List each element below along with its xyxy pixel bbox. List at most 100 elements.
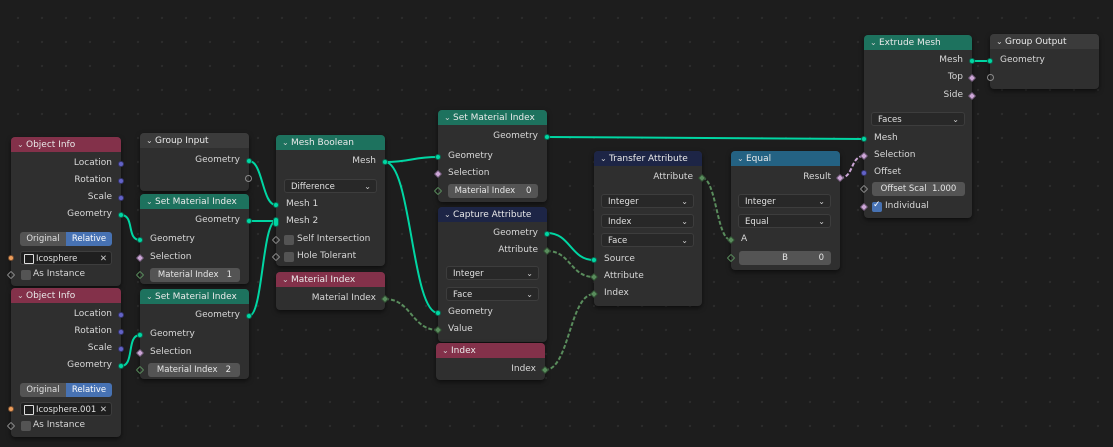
geometry-socket-icon[interactable]: [969, 58, 975, 64]
node-header[interactable]: ⌄ Transfer Attribute: [594, 151, 702, 166]
empty-socket-icon[interactable]: [245, 175, 252, 182]
collapse-icon[interactable]: ⌄: [146, 133, 155, 148]
object-info-node-1[interactable]: ⌄ Object Info Location Rotation Scale Geo…: [6, 137, 124, 286]
node-header[interactable]: ⌄ Mesh Boolean: [276, 135, 385, 150]
geometry-socket-icon[interactable]: [861, 136, 867, 142]
link-boolean-to-setmat3[interactable]: [384, 156, 439, 163]
link-setmat3-to-extrude[interactable]: [546, 136, 865, 140]
object-field[interactable]: Icosphere ✕: [20, 251, 112, 265]
group-output-node[interactable]: ⌄ Group Output Geometry: [987, 34, 1099, 89]
collapse-icon[interactable]: ⌄: [17, 288, 26, 303]
geometry-socket-icon[interactable]: [435, 310, 441, 316]
b-value-field[interactable]: B0: [739, 251, 831, 265]
transfer-attribute-node[interactable]: ⌄ Transfer Attribute Attribute Integer ⌄ I…: [589, 151, 707, 306]
hole-tolerant-checkbox[interactable]: [284, 252, 294, 262]
operation-dropdown[interactable]: Difference ⌄: [284, 179, 377, 193]
vector-socket-icon[interactable]: [861, 170, 867, 176]
collapse-icon[interactable]: ⌄: [870, 35, 879, 50]
equal-node[interactable]: ⌄ Equal Result Integer ⌄ Equal ⌄ A B0: [726, 151, 845, 270]
geometry-socket-icon[interactable]: [544, 231, 550, 237]
mapping-dropdown[interactable]: Index ⌄: [601, 214, 694, 228]
relative-option[interactable]: Relative: [66, 232, 112, 246]
set-material-index-node-1[interactable]: ⌄ Set Material Index Geometry Geometry Se…: [135, 194, 252, 284]
capture-attribute-node[interactable]: ⌄ Capture Attribute Geometry Attribute In…: [433, 207, 552, 342]
geometry-socket-icon[interactable]: [246, 218, 252, 224]
operation-dropdown[interactable]: Equal ⌄: [738, 214, 831, 228]
link-matindex-to-capture[interactable]: [384, 298, 439, 331]
material-index-field[interactable]: Material Index 0: [448, 184, 538, 198]
data-type-dropdown[interactable]: Integer ⌄: [738, 194, 831, 208]
collapse-icon[interactable]: ⌄: [282, 272, 291, 287]
relative-option[interactable]: Relative: [66, 383, 112, 397]
geometry-socket-icon[interactable]: [382, 159, 388, 165]
node-header[interactable]: ⌄ Index: [436, 343, 545, 358]
geometry-socket-icon[interactable]: [137, 237, 143, 243]
offset-scale-field[interactable]: Offset Scal 1.000: [872, 182, 965, 196]
node-header[interactable]: ⌄ Equal: [731, 151, 840, 166]
node-header[interactable]: ⌄ Set Material Index: [140, 194, 249, 209]
vector-socket-icon[interactable]: [118, 178, 124, 184]
object-socket-icon[interactable]: [8, 255, 14, 261]
geometry-socket-icon[interactable]: [544, 134, 550, 140]
empty-socket-icon[interactable]: [987, 74, 994, 81]
clear-icon[interactable]: ✕: [100, 403, 107, 417]
node-header[interactable]: ⌄ Object Info: [11, 137, 121, 152]
original-option[interactable]: Original: [20, 383, 66, 397]
as-instance-checkbox[interactable]: [21, 270, 31, 280]
multi-input-socket-icon[interactable]: [273, 217, 279, 227]
transform-space-toggle[interactable]: Original Relative: [20, 232, 112, 246]
extrude-mesh-node[interactable]: ⌄ Extrude Mesh Mesh Top Side Faces ⌄ Mesh …: [859, 35, 977, 218]
geometry-socket-icon[interactable]: [246, 313, 252, 319]
collapse-icon[interactable]: ⌄: [737, 151, 746, 166]
geometry-socket-icon[interactable]: [591, 257, 597, 263]
node-header[interactable]: ⌄ Capture Attribute: [438, 207, 547, 222]
link-index-to-transfer[interactable]: [544, 293, 595, 371]
index-node[interactable]: ⌄ Index Index: [436, 343, 550, 380]
geometry-socket-icon[interactable]: [435, 154, 441, 160]
collapse-icon[interactable]: ⌄: [996, 34, 1005, 49]
vector-socket-icon[interactable]: [118, 329, 124, 335]
data-type-dropdown[interactable]: Integer ⌄: [601, 194, 694, 208]
link-groupinput-to-mesh1[interactable]: [248, 160, 277, 206]
geometry-socket-icon[interactable]: [273, 202, 279, 208]
node-header[interactable]: ⌄ Group Input: [140, 133, 249, 148]
vector-socket-icon[interactable]: [118, 312, 124, 318]
collapse-icon[interactable]: ⌄: [146, 289, 155, 304]
link-obj1-to-setmat1[interactable]: [120, 214, 141, 241]
object-field[interactable]: Icosphere.001 ✕: [20, 402, 112, 416]
node-header[interactable]: ⌄ Group Output: [990, 34, 1099, 49]
data-type-dropdown[interactable]: Integer ⌄: [446, 266, 539, 280]
geometry-socket-icon[interactable]: [137, 332, 143, 338]
as-instance-checkbox[interactable]: [21, 421, 31, 431]
node-header[interactable]: ⌄ Set Material Index: [140, 289, 249, 304]
object-socket-icon[interactable]: [8, 406, 14, 412]
geometry-socket-icon[interactable]: [118, 363, 124, 369]
collapse-icon[interactable]: ⌄: [444, 110, 453, 125]
collapse-icon[interactable]: ⌄: [442, 343, 451, 358]
collapse-icon[interactable]: ⌄: [146, 194, 155, 209]
object-info-node-2[interactable]: ⌄ Object Info Location Rotation Scale Geo…: [6, 288, 124, 437]
group-input-node[interactable]: ⌄ Group Input Geometry: [140, 133, 252, 191]
material-index-field[interactable]: Material Index 1: [150, 268, 240, 282]
link-setmat2-to-mesh2[interactable]: [248, 220, 277, 317]
geometry-socket-icon[interactable]: [246, 158, 252, 164]
mesh-boolean-node[interactable]: ⌄ Mesh Boolean Mesh Difference ⌄ Mesh 1 Me…: [271, 135, 388, 266]
collapse-icon[interactable]: ⌄: [444, 207, 453, 222]
material-index-field[interactable]: Material Index 2: [148, 363, 240, 377]
vector-socket-icon[interactable]: [118, 195, 124, 201]
vector-socket-icon[interactable]: [118, 346, 124, 352]
node-header[interactable]: ⌄ Material Index: [276, 272, 385, 287]
mode-dropdown[interactable]: Faces ⌄: [871, 112, 965, 126]
set-material-index-node-2[interactable]: ⌄ Set Material Index Geometry Geometry Se…: [135, 289, 252, 379]
transform-space-toggle[interactable]: Original Relative: [20, 383, 112, 397]
node-header[interactable]: ⌄ Set Material Index: [438, 110, 547, 125]
link-equal-to-extrude[interactable]: [839, 155, 865, 179]
node-header[interactable]: ⌄ Object Info: [11, 288, 121, 303]
geometry-socket-icon[interactable]: [118, 212, 124, 218]
individual-checkbox[interactable]: [872, 200, 882, 212]
set-material-index-node-3[interactable]: ⌄ Set Material Index Geometry Geometry Se…: [433, 110, 550, 202]
material-index-node[interactable]: ⌄ Material Index Material Index: [276, 272, 390, 310]
geometry-socket-icon[interactable]: [987, 58, 993, 64]
node-header[interactable]: ⌄ Extrude Mesh: [864, 35, 972, 50]
link-capture-to-transfer-source[interactable]: [546, 232, 595, 261]
